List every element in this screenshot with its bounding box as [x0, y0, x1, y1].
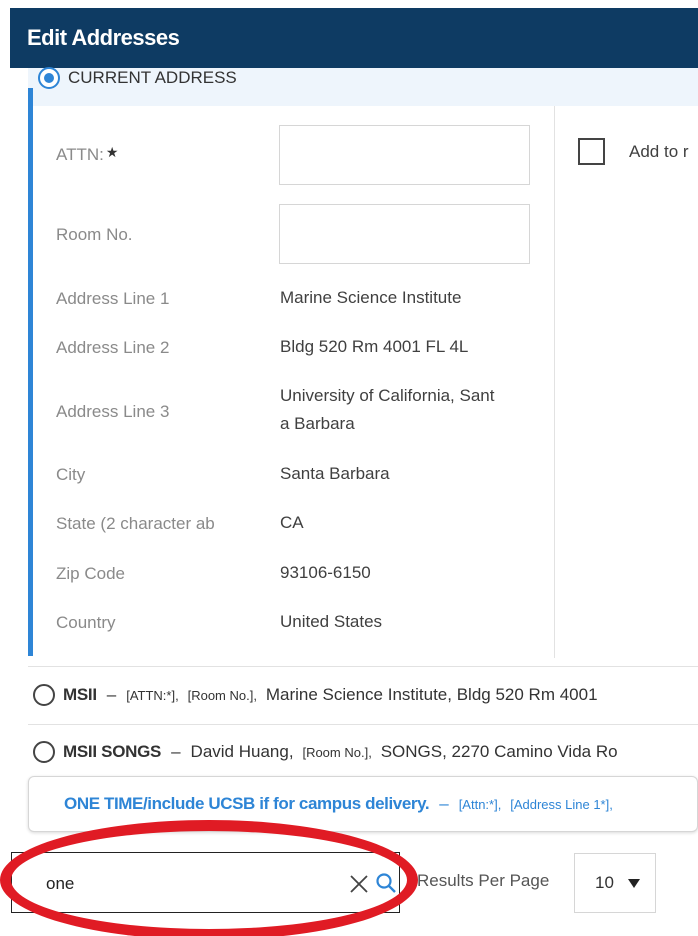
add-to-checkbox[interactable]: [578, 138, 605, 165]
state-label: State (2 character ab: [56, 514, 215, 533]
dialog-title: Edit Addresses: [27, 25, 180, 50]
required-star-icon: ★: [105, 144, 119, 160]
zip-code-value: 93106-6150: [280, 563, 371, 582]
country-label: Country: [56, 613, 116, 632]
country-value: United States: [280, 612, 383, 631]
attn-input[interactable]: [279, 125, 530, 185]
radio-selected-icon[interactable]: [38, 67, 60, 89]
one-time-title: ONE TIME/include UCSB if for campus deli…: [64, 794, 430, 813]
address-option-msii[interactable]: MSII – [ATTN:*], [Room No.], Marine Scie…: [33, 684, 698, 706]
address-option-msii-songs[interactable]: MSII SONGS – David Huang, [Room No.], SO…: [33, 741, 698, 763]
address-line-3-value: University of California, Sant a Barbara: [280, 386, 495, 433]
clear-icon[interactable]: [348, 873, 370, 895]
radio-icon[interactable]: [33, 684, 55, 706]
address-line-3-label: Address Line 3: [56, 402, 170, 421]
attn-label: ATTN: ★: [56, 144, 119, 164]
address-line-1-placeholder: [Address Line 1*],: [510, 796, 613, 812]
room-no-input[interactable]: [279, 204, 530, 264]
add-to-label: Add to r: [629, 141, 689, 161]
city-label: City: [56, 465, 86, 484]
dialog-header: Edit Addresses: [10, 8, 698, 68]
search-field[interactable]: [11, 852, 400, 913]
address-option-name: MSII SONGS: [63, 742, 162, 761]
results-per-page-label: Results Per Page: [417, 871, 550, 890]
address-option-name: MSII: [63, 685, 97, 704]
add-to-option[interactable]: Add to r: [578, 138, 689, 165]
attn-placeholder: [ATTN:*],: [126, 687, 179, 703]
state-value: CA: [280, 513, 304, 532]
city-value: Santa Barbara: [280, 464, 390, 483]
address-summary: SONGS, 2270 Camino Vida Ro: [380, 742, 618, 761]
radio-icon[interactable]: [33, 741, 55, 763]
address-summary: Marine Science Institute, Bldg 520 Rm 40…: [265, 685, 598, 704]
attn-value: David Huang,: [190, 742, 294, 761]
room-no-label: Room No.: [56, 225, 133, 244]
address-line-1-label: Address Line 1: [56, 289, 170, 308]
address-line-1-value: Marine Science Institute: [280, 288, 462, 307]
one-time-address-text[interactable]: ONE TIME/include UCSB if for campus deli…: [64, 794, 698, 814]
address-line-2-value: Bldg 520 Rm 4001 FL 4L: [280, 337, 469, 356]
divider: [28, 724, 698, 725]
search-icon[interactable]: [374, 871, 398, 895]
results-per-page-select[interactable]: 10: [574, 853, 656, 913]
room-placeholder: [Room No.],: [187, 687, 257, 703]
results-per-page-value: 10: [595, 873, 614, 892]
address-line-2-label: Address Line 2: [56, 338, 170, 357]
column-divider: [554, 106, 555, 658]
attn-placeholder: [Attn:*],: [458, 796, 502, 812]
search-input[interactable]: [46, 871, 336, 897]
caret-down-icon: [627, 878, 640, 888]
current-address-label: CURRENT ADDRESS: [68, 68, 237, 87]
zip-code-label: Zip Code: [56, 564, 125, 583]
divider: [28, 666, 698, 667]
room-placeholder: [Room No.],: [302, 744, 372, 760]
current-address-option[interactable]: CURRENT ADDRESS: [38, 66, 237, 90]
